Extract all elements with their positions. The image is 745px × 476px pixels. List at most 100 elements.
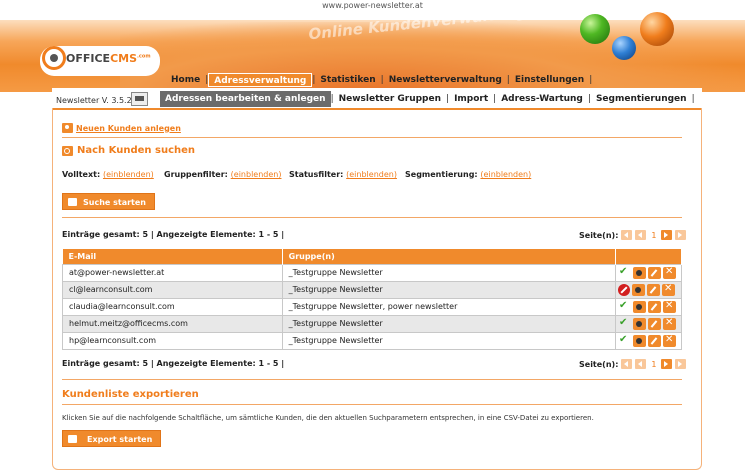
filter-toggle-link[interactable]: (einblenden) (231, 170, 282, 179)
green-sphere-icon (580, 14, 610, 44)
divider (62, 217, 682, 218)
actions-cell (614, 314, 683, 333)
export-start-button[interactable]: Export starten (62, 430, 162, 447)
filter-toggle-link[interactable]: (einblenden) (346, 170, 397, 179)
delete-icon[interactable] (661, 283, 675, 296)
nav-tab-home[interactable]: Home (166, 73, 205, 87)
email-cell: cl@learnconsult.com (62, 280, 283, 299)
customer-table: E-Mail Gruppe(n) at@power-newsletter.at _… (62, 249, 683, 350)
first-page-icon[interactable] (621, 230, 633, 240)
pages-label: Seite(n): (579, 359, 619, 369)
search-title: Nach Kunden suchen (77, 145, 196, 156)
table-row: at@power-newsletter.at _Testgruppe Newsle… (62, 263, 683, 282)
search-section-title: Nach Kunden suchen (62, 145, 195, 156)
edit-pencil-icon[interactable] (647, 266, 661, 279)
groups-cell: _Testgruppe Newsletter, power newsletter (281, 297, 616, 316)
filter-label: Statusfilter: (289, 170, 344, 179)
edit-pencil-icon[interactable] (647, 300, 661, 313)
current-page[interactable]: 1 (649, 360, 658, 369)
subnav-tab-adressen-bearbeiten-anlegen[interactable]: Adressen bearbeiten & anlegen (160, 91, 331, 107)
details-icon[interactable] (632, 334, 646, 347)
divider (62, 404, 682, 405)
subnav-tab-segmentierungen[interactable]: Segmentierungen (591, 91, 692, 107)
export-button-label: Export starten (87, 435, 153, 444)
export-icon (68, 435, 77, 443)
logo-suffix: .com (137, 53, 151, 60)
sub-nav: Adressen bearbeiten & anlegen | Newsletter… (160, 91, 695, 107)
delete-icon[interactable] (662, 334, 676, 347)
filter-statusfilter: Statusfilter: (einblenden) (289, 170, 397, 179)
subnav-tab-adress-wartung[interactable]: Adress-Wartung (496, 91, 588, 107)
nav-separator: | (589, 75, 593, 85)
status-active-icon[interactable] (618, 266, 631, 279)
actions-cell (614, 263, 683, 282)
add-user-icon (62, 123, 73, 133)
email-cell: at@power-newsletter.at (62, 263, 283, 282)
next-page-icon[interactable] (661, 359, 673, 369)
current-page[interactable]: 1 (649, 231, 658, 240)
main-nav: Home | Adressverwaltung | Statistiken | Newsle… (166, 72, 592, 88)
search-start-button[interactable]: Suche starten (62, 193, 155, 210)
filter-toggle-link[interactable]: (einblenden) (103, 170, 154, 179)
column-groups: Gruppe(n) (282, 249, 616, 264)
details-icon[interactable] (632, 300, 646, 313)
orange-sphere-icon (640, 12, 674, 46)
groups-cell: _Testgruppe Newsletter (281, 280, 616, 299)
table-row: hp@learnconsult.com _Testgruppe Newslette… (62, 331, 683, 350)
edit-pencil-icon[interactable] (646, 283, 660, 296)
table-row: helmut.meitz@officecms.com _Testgruppe Ne… (62, 314, 683, 333)
details-icon[interactable] (632, 317, 646, 330)
column-actions (615, 249, 683, 264)
version-label: Newsletter V. 3.5.2 (56, 96, 132, 105)
details-icon[interactable] (631, 283, 645, 296)
delete-icon[interactable] (662, 317, 676, 330)
actions-cell (614, 331, 683, 350)
table-row: claudia@learnconsult.com _Testgruppe News… (62, 297, 683, 316)
details-icon[interactable] (632, 266, 646, 279)
nav-tab-statistiken[interactable]: Statistiken (315, 73, 380, 87)
nav-tab-newsletterverwaltung[interactable]: Newsletterverwaltung (384, 73, 507, 87)
nav-tab-adressverwaltung[interactable]: Adressverwaltung (208, 73, 313, 87)
table-header-row: E-Mail Gruppe(n) (62, 249, 683, 264)
column-email: E-Mail (62, 249, 283, 264)
entries-stats-bottom: Einträge gesamt: 5 | Angezeigte Elemente… (62, 359, 285, 368)
pages-label: Seite(n): (579, 230, 619, 240)
filter-toggle-link[interactable]: (einblenden) (480, 170, 531, 179)
edit-pencil-icon[interactable] (647, 334, 661, 347)
delete-icon[interactable] (662, 266, 676, 279)
groups-cell: _Testgruppe Newsletter (281, 263, 616, 282)
pager-bottom: Seite(n): 1 (579, 359, 687, 369)
email-cell: claudia@learnconsult.com (62, 297, 283, 316)
pager-top: Seite(n): 1 (579, 230, 687, 240)
logo[interactable]: OFFICECMS.com (66, 52, 151, 65)
delete-icon[interactable] (662, 300, 676, 313)
subnav-tab-newsletter-gruppen[interactable]: Newsletter Gruppen (334, 91, 446, 107)
export-title: Kundenliste exportieren (62, 389, 199, 400)
next-page-icon[interactable] (661, 230, 673, 240)
groups-cell: _Testgruppe Newsletter (281, 314, 616, 333)
printer-icon[interactable] (131, 92, 148, 106)
search-icon (68, 198, 77, 206)
first-page-icon[interactable] (621, 359, 633, 369)
new-customer-row: Neuen Kunden anlegen (62, 123, 181, 133)
search-button-label: Suche starten (83, 198, 146, 207)
status-active-icon[interactable] (618, 300, 631, 313)
new-customer-link[interactable]: Neuen Kunden anlegen (76, 124, 181, 133)
divider (62, 379, 682, 380)
edit-pencil-icon[interactable] (647, 317, 661, 330)
entries-stats-top: Einträge gesamt: 5 | Angezeigte Elemente… (62, 230, 285, 239)
subnav-tab-import[interactable]: Import (449, 91, 493, 107)
frame-top-line (53, 108, 701, 110)
last-page-icon[interactable] (675, 230, 687, 240)
status-active-icon[interactable] (618, 317, 631, 330)
prev-page-icon[interactable] (635, 230, 647, 240)
prev-page-icon[interactable] (635, 359, 647, 369)
filter-volltext: Volltext: (einblenden) (62, 170, 154, 179)
status-active-icon[interactable] (618, 334, 631, 347)
logo-brand-b: CMS (110, 52, 138, 65)
status-blocked-icon[interactable] (617, 283, 630, 296)
nav-tab-einstellungen[interactable]: Einstellungen (510, 73, 589, 87)
email-cell: helmut.meitz@officecms.com (62, 314, 283, 333)
last-page-icon[interactable] (675, 359, 687, 369)
logo-brand-a: OFFICE (66, 52, 111, 65)
